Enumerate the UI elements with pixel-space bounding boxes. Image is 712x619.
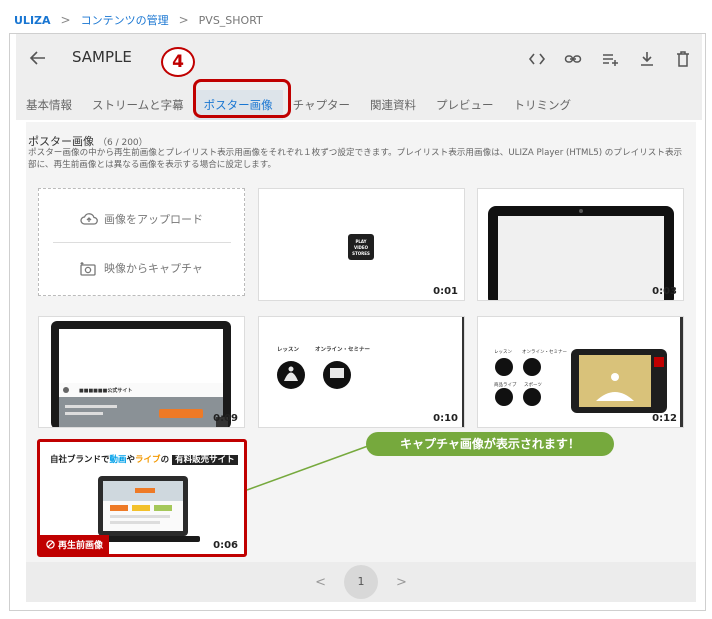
play-video-stores-logo: PLAY VIDEO STORES (348, 234, 374, 260)
laptop-screen-image (488, 206, 674, 300)
section-title-text: ポスター画像 (28, 135, 94, 148)
preplay-image-badge: 再生前画像 (40, 535, 110, 554)
tab-basic-info[interactable]: 基本情報 (16, 90, 82, 120)
tab-related-materials[interactable]: 関連資料 (360, 90, 426, 120)
pagination-next[interactable]: > (396, 575, 407, 590)
step-number-badge: 4 (161, 47, 195, 77)
upload-divider (53, 242, 231, 243)
thumb-label-lesson: レッスン (277, 347, 300, 353)
thumb-duration: 0:09 (213, 413, 238, 424)
website-on-laptop-image (51, 321, 231, 427)
svg-text:VIDEO: VIDEO (354, 245, 369, 250)
thumb-duration: 0:12 (652, 413, 677, 424)
thumb-label-2: オンライン・セミナー (522, 350, 567, 355)
poster-count: （6 / 200） (98, 138, 148, 148)
section-title: ポスター画像 （6 / 200） (28, 133, 148, 149)
pagination: < 1 > (26, 562, 696, 602)
thumb-site-name: ■■■■■■公式サイト (79, 388, 133, 394)
thumb-label-seminar: オンライン・セミナー (315, 347, 371, 353)
thumb-duration: 0:01 (433, 286, 458, 297)
code-icon[interactable] (528, 50, 546, 68)
lesson-seminar-icons-image (277, 317, 464, 427)
section-description: ポスター画像の中から再生前画像とプレイリスト表示用画像をそれぞれ１枚ずつ設定でき… (28, 148, 683, 170)
poster-thumb[interactable]: 0:03 (477, 188, 684, 301)
breadcrumb-root[interactable]: ULIZA (14, 14, 51, 27)
breadcrumb-separator: > (178, 13, 189, 27)
poster-thumb[interactable]: ■■■■■■公式サイト 0:09 (38, 316, 245, 428)
thumb-label-4: スポーツ (524, 383, 542, 388)
tab-chapters[interactable]: チャプター (283, 90, 360, 120)
upload-image-label: 画像をアップロード (104, 213, 203, 226)
callout-capture-shown: キャプチャ画像が表示されます！ (366, 432, 614, 456)
page-title: SAMPLE (72, 48, 132, 66)
thumb-label-1: レッスン (494, 350, 512, 355)
poster-thumb-selected[interactable]: 自社ブランドで動画やライブの 有料販売サイト 再生前画像 0:06 (37, 439, 247, 557)
tab-trimming[interactable]: トリミング (504, 90, 582, 120)
add-photo-icon (80, 261, 96, 276)
capture-from-video-label: 映像からキャプチャ (104, 262, 203, 275)
pagination-prev[interactable]: < (315, 575, 326, 590)
cloud-upload-icon (80, 213, 98, 225)
active-tab-highlight-frame (193, 79, 291, 118)
breadcrumb-link-content-management[interactable]: コンテンツの管理 (81, 12, 169, 28)
ban-icon (46, 540, 55, 549)
upload-image-button[interactable]: 画像をアップロード (39, 211, 244, 227)
content-header: SAMPLE 基本情報 ストリームと字幕 ポスター画像 チャプター 関連資料 プ… (16, 34, 702, 120)
playlist-add-icon[interactable] (601, 50, 619, 68)
thumb-duration: 0:06 (213, 540, 238, 551)
thumb-label-3: 商品ライブ (494, 383, 517, 388)
link-icon[interactable] (564, 50, 582, 68)
breadcrumb-separator: > (60, 13, 71, 27)
breadcrumb: ULIZA > コンテンツの管理 > PVS_SHORT (14, 12, 263, 28)
thumb-duration: 0:03 (652, 286, 677, 297)
capture-from-video-button[interactable]: 映像からキャプチャ (39, 260, 244, 276)
pagination-page-1[interactable]: 1 (344, 565, 378, 599)
delete-icon[interactable] (674, 50, 692, 68)
poster-thumb[interactable]: レッスン オンライン・セミナー 0:10 (258, 316, 465, 428)
tab-bar: 基本情報 ストリームと字幕 ポスター画像 チャプター 関連資料 プレビュー トリ… (16, 90, 581, 120)
poster-thumb[interactable]: レッスン オンライン・セミナー 商品ライブ スポーツ 0:12 (477, 316, 684, 428)
back-arrow-icon[interactable] (28, 48, 48, 68)
svg-text:STORES: STORES (352, 251, 370, 256)
svg-text:PLAY: PLAY (355, 239, 366, 244)
upload-box: 画像をアップロード 映像からキャプチャ (38, 188, 245, 296)
download-icon[interactable] (638, 50, 656, 68)
thumb-duration: 0:10 (433, 413, 458, 424)
tab-preview[interactable]: プレビュー (426, 90, 504, 120)
poster-thumb[interactable]: PLAY VIDEO STORES 0:01 (258, 188, 465, 301)
breadcrumb-current: PVS_SHORT (198, 13, 263, 27)
tab-streams-subtitles[interactable]: ストリームと字幕 (82, 90, 194, 120)
preplay-image-badge-text: 再生前画像 (58, 541, 104, 551)
tablet-yoga-image (495, 317, 683, 427)
